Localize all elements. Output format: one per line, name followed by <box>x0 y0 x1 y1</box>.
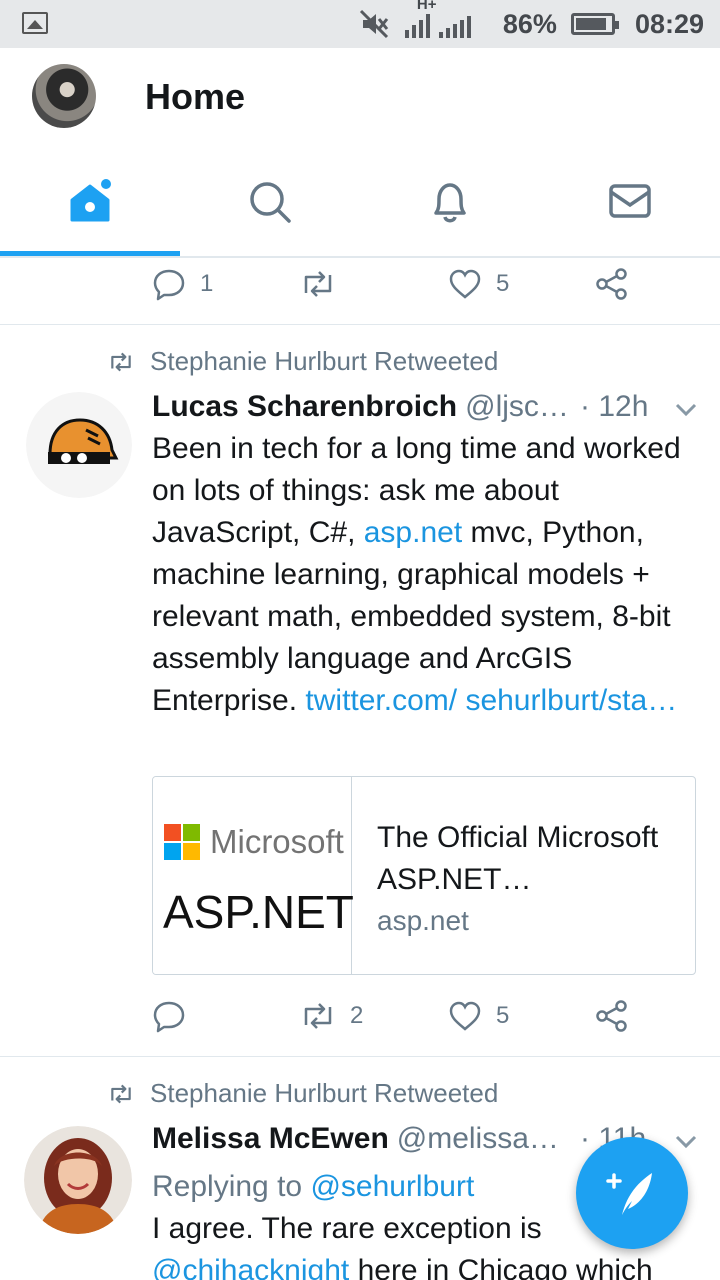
share-button[interactable] <box>596 268 628 300</box>
link-card[interactable]: Microsoft ASP.NET The Official Microsoft… <box>152 776 696 975</box>
bell-icon <box>434 183 466 223</box>
card-domain: asp.net <box>377 905 469 936</box>
mute-icon <box>359 9 389 39</box>
chevron-down-icon[interactable] <box>674 1134 698 1150</box>
replying-to-link[interactable]: @sehurlburt <box>310 1170 474 1203</box>
retweet-button[interactable]: 2 <box>300 1001 363 1031</box>
battery-percent: 86% <box>502 8 557 39</box>
tweet-text-part: I agree. The rare exception is <box>152 1212 542 1245</box>
clock: 08:29 <box>634 8 704 39</box>
status-bar: H+ 86% 08:29 <box>0 0 720 48</box>
page-title: Home <box>145 76 246 117</box>
retweeted-by-text: Stephanie Hurlburt Retweeted <box>150 346 499 376</box>
home-icon <box>70 179 111 222</box>
tab-search[interactable] <box>180 148 360 256</box>
share-button[interactable] <box>596 1000 628 1032</box>
heart-icon <box>449 269 481 299</box>
profile-avatar[interactable] <box>32 64 96 128</box>
replying-prefix: Replying to <box>152 1170 311 1203</box>
battery-icon <box>570 13 619 35</box>
reply-count: 1 <box>200 270 214 297</box>
retweeted-by-line[interactable]: Stephanie Hurlburt Retweeted <box>108 1078 498 1109</box>
retweet-count: 2 <box>350 1002 364 1029</box>
tweet-link-aspnet[interactable]: asp.net <box>364 516 462 549</box>
tweet-text-part: here in Chicago which <box>349 1254 653 1280</box>
search-icon <box>250 182 291 223</box>
tweet-link-twitter[interactable]: twitter.com/ sehurlburt/sta… <box>305 684 677 717</box>
author-handle[interactable]: @ljsc… <box>465 390 569 424</box>
share-icon <box>596 1000 627 1032</box>
like-button[interactable]: 5 <box>448 1001 509 1031</box>
tweet-text: Been in tech for a long time and worked … <box>152 428 692 722</box>
like-button[interactable]: 5 <box>448 269 509 299</box>
card-title: The Official Microsoft ASP.NET… <box>377 821 659 896</box>
microsoft-logo-icon <box>164 824 200 860</box>
signal-icon: H+ <box>404 0 471 38</box>
avatar[interactable] <box>26 392 132 498</box>
retweeted-by-text: Stephanie Hurlburt Retweeted <box>150 1078 499 1108</box>
retweeted-by-line[interactable]: Stephanie Hurlburt Retweeted <box>108 346 498 377</box>
tab-messages[interactable] <box>540 148 720 256</box>
tweet-actions: 1 5 <box>152 264 652 304</box>
compose-tweet-button[interactable] <box>576 1137 688 1249</box>
author-handle[interactable]: @melissa… <box>397 1122 559 1156</box>
reply-icon <box>153 1001 185 1033</box>
like-count: 5 <box>496 1002 510 1029</box>
tweet-time: · 12h <box>580 390 649 423</box>
retweet-button[interactable] <box>300 269 350 299</box>
tab-notifications[interactable] <box>360 148 540 256</box>
retweet-icon <box>111 1084 131 1103</box>
retweet-icon <box>304 271 332 297</box>
avatar[interactable] <box>24 1126 132 1234</box>
retweet-icon <box>111 352 131 371</box>
tweet-link-mention[interactable]: @chihacknight <box>152 1254 349 1280</box>
retweet-icon <box>304 1003 332 1029</box>
mail-icon <box>609 184 651 218</box>
chevron-down-icon[interactable] <box>674 402 698 418</box>
reply-button[interactable] <box>152 999 200 1033</box>
like-count: 5 <box>496 270 510 297</box>
share-icon <box>596 268 627 300</box>
gallery-notification-icon <box>22 12 48 34</box>
author-name[interactable]: Melissa McEwen <box>152 1122 389 1156</box>
tab-home[interactable] <box>0 148 180 256</box>
tweet-actions: 2 5 <box>152 996 652 1036</box>
reply-icon <box>153 269 185 301</box>
logo-word: Microsoft <box>210 823 344 860</box>
network-type: H+ <box>416 0 437 13</box>
card-image: Microsoft ASP.NET <box>153 777 354 974</box>
status-icons: H+ 86% 08:29 <box>357 0 704 48</box>
tweet-divider <box>0 324 720 325</box>
author-name[interactable]: Lucas Scharenbroich <box>152 390 457 424</box>
heart-icon <box>449 1001 481 1031</box>
app-header: Home <box>0 48 720 148</box>
tweet-divider <box>0 1056 720 1057</box>
compose-quill-icon <box>606 1173 652 1215</box>
logo-product: ASP.NET <box>163 886 354 938</box>
tweet-author-row: Lucas Scharenbroich @ljsc… · 12h <box>152 390 702 424</box>
reply-button[interactable]: 1 <box>152 267 213 301</box>
tab-bar <box>0 148 720 258</box>
